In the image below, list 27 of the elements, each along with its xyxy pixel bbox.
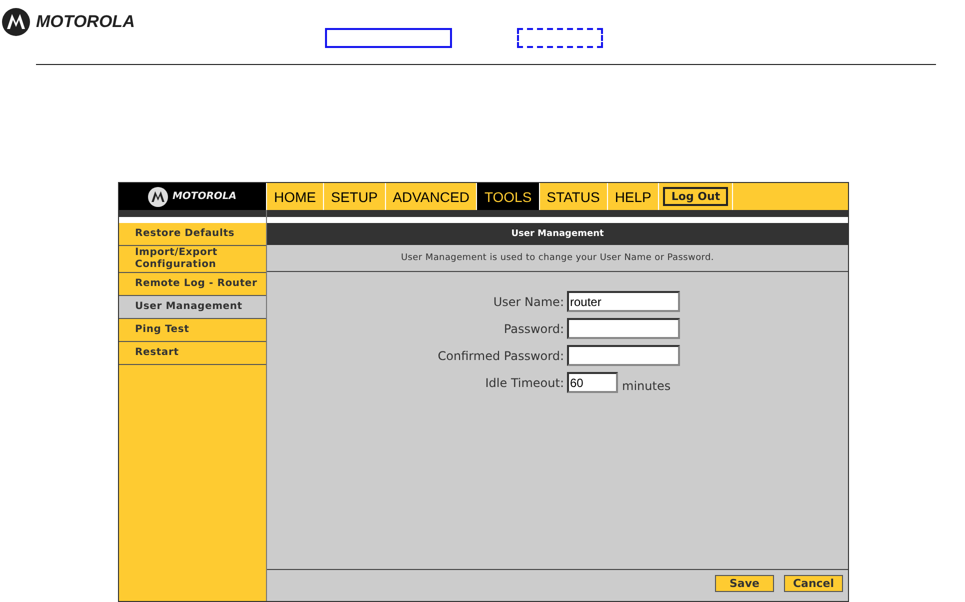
input-field[interactable]: 60 (567, 372, 618, 393)
sidebar-item[interactable]: User Management (119, 296, 266, 319)
nav-tab[interactable]: TOOLS (477, 183, 540, 210)
field-label: Idle Timeout: (484, 376, 565, 390)
sidebar-item[interactable]: Restart (119, 342, 266, 365)
nav-tab[interactable]: ADVANCED (386, 183, 478, 210)
batwing-logo-icon (148, 186, 168, 206)
sidebar-item[interactable]: Ping Test (119, 319, 266, 342)
sidebar-item[interactable]: Restore Defaults (119, 223, 266, 246)
input-field[interactable]: router (567, 291, 680, 312)
field-label: Password: (502, 322, 565, 336)
field-label: Confirmed Password: (436, 348, 565, 362)
logout-button[interactable]: Log Out (663, 187, 728, 206)
cancel-button[interactable]: Cancel (784, 575, 843, 592)
input-field[interactable] (567, 345, 680, 366)
nav-tab[interactable]: STATUS (540, 183, 608, 210)
link-frame[interactable] (516, 28, 603, 48)
input-field[interactable] (567, 318, 680, 339)
sidebar-item[interactable]: Import/Export Configuration (119, 246, 266, 273)
panel-description: User Management is used to change your User Name or Password. (400, 253, 714, 263)
brand-wordmark: MOTOROLA (36, 12, 135, 32)
save-button[interactable]: Save (715, 575, 774, 592)
brand-wordmark: MOTOROLA (172, 191, 237, 202)
unit-label: minutes (622, 378, 671, 392)
panel-title: User Management (267, 223, 848, 245)
link-frame[interactable] (324, 28, 452, 48)
field-label: User Name: (492, 294, 565, 308)
